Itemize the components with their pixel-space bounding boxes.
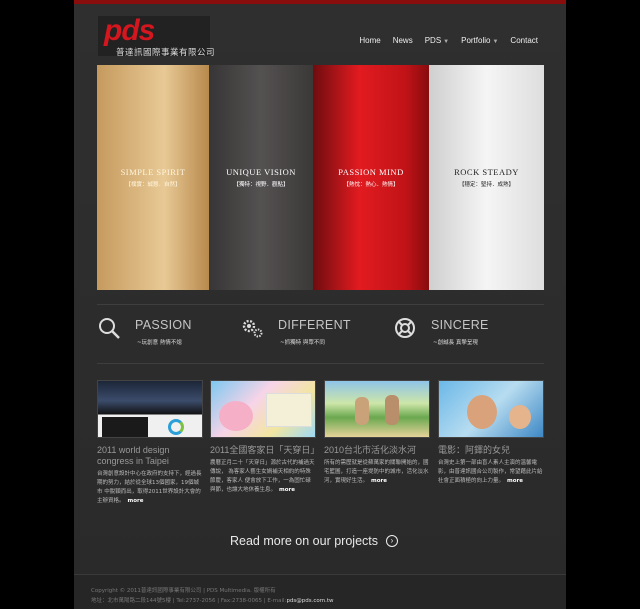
banner-panel-simple[interactable]: SIMPLE SPIRIT 【樸實：誠懇．自然】 <box>97 65 209 290</box>
project-desc-text: 農曆正月二十「天穿日」源於古代的補過天傳說， 為客家人藝生女媧補天相約的特殊節慶… <box>210 460 315 493</box>
footer: Copyright © 2011普達訊國際事業有限公司 | PDS Multim… <box>74 574 566 609</box>
project-title[interactable]: 電影：阿鐸的女兒 <box>438 445 544 456</box>
hero-banner: SIMPLE SPIRIT 【樸實：誠懇．自然】 UNIQUE VISION 【… <box>97 65 544 290</box>
project-thumbnail[interactable] <box>324 380 430 438</box>
project-thumbnail[interactable] <box>210 380 316 438</box>
project-desc: 所有的需歷就是從蘇萬家的關聯開始的，國宅籃圖，打造一座堤防中的城市，活化淡水河，… <box>324 459 430 486</box>
project-card: 2011全國客家日「天穿日」 農曆正月二十「天穿日」源於古代的補過天傳說， 為客… <box>210 380 319 495</box>
more-link[interactable]: more <box>371 478 387 484</box>
email-link[interactable]: pds@pds.com.tw <box>286 598 333 604</box>
logo[interactable]: pds 普達訊國際事業有限公司 <box>98 14 215 58</box>
panel-subtitle: 【熱忱：熱心．熱情】 <box>343 182 399 188</box>
project-desc: 農曆正月二十「天穿日」源於古代的補過天傳說， 為客家人藝生女媧補天相約的特殊節慶… <box>210 459 316 495</box>
search-icon <box>99 318 120 339</box>
more-link[interactable]: more <box>507 478 523 484</box>
value-passion: PASSION ~玩創意 熱情不熄 <box>97 314 247 354</box>
chevron-down-icon: ▼ <box>492 39 499 45</box>
thumb-card <box>266 393 312 427</box>
nav-pds[interactable]: PDS ▼ <box>425 36 449 45</box>
thumb-logo <box>168 419 184 435</box>
read-more-link[interactable]: Read more on our projects › <box>230 534 398 548</box>
contact-info: 地址：北市萬陽路二段144號5樓 | Tel:2737-2056 | Fax:2… <box>91 596 334 604</box>
nav-home[interactable]: Home <box>359 36 380 45</box>
banner-panel-unique[interactable]: UNIQUE VISION 【獨特：視野．觀點】 <box>209 65 313 290</box>
project-desc-text: 台灣史上第一部由盲人素人主演的溫馨電影，由普達訊國合公司製作，常望藉此片給社會正… <box>438 460 543 484</box>
thumb-person <box>385 395 399 425</box>
divider <box>97 304 544 305</box>
project-title[interactable]: 2011 world design congress in Taipei <box>97 445 203 467</box>
project-card: 2011 world design congress in Taipei 台灣創… <box>97 380 203 506</box>
divider <box>97 363 544 364</box>
panel-subtitle: 【樸實：誠懇．自然】 <box>125 182 181 188</box>
value-subtitle: ~玩創意 熱情不熄 <box>137 340 182 346</box>
gears-icon <box>242 319 263 338</box>
project-thumbnail[interactable] <box>97 380 203 438</box>
value-subtitle: ~創誠長 真摯呈現 <box>433 340 478 346</box>
project-desc: 台灣創意設計中心在政府的支持下，經過長期的努力，結於從全球13個國家，19個城市… <box>97 470 203 506</box>
banner-panel-passion[interactable]: PASSION MIND 【熱忱：熱心．熱情】 <box>313 65 429 290</box>
nav-portfolio-label: Portfolio <box>461 36 491 45</box>
thumb-person <box>355 397 369 425</box>
thumb-face <box>467 395 497 429</box>
main-nav: Home News PDS ▼ Portfolio ▼ Contact <box>359 36 538 45</box>
projects-grid: 2011 world design congress in Taipei 台灣創… <box>97 380 544 520</box>
chevron-down-icon: ▼ <box>443 39 450 45</box>
value-title: DIFFERENT <box>278 318 351 332</box>
project-card: 電影：阿鐸的女兒 台灣史上第一部由盲人素人主演的溫馨電影，由普達訊國合公司製作，… <box>438 380 544 486</box>
banner-panel-rock[interactable]: ROCK STEADY 【穩定：堅持．成熟】 <box>429 65 544 290</box>
thumb-face <box>509 405 531 429</box>
value-subtitle: ~抓獨特 與眾不同 <box>280 340 325 346</box>
project-card: 2010台北市活化淡水河 所有的需歷就是從蘇萬家的關聯開始的，國宅籃圖，打造一座… <box>324 380 430 486</box>
value-sincere: SINCERE ~創誠長 真摯呈現 <box>393 314 543 354</box>
address-text: 地址：北市萬陽路二段144號5樓 | Tel:2737-2056 | Fax:2… <box>91 598 287 604</box>
more-link[interactable]: more <box>128 498 144 504</box>
nav-pds-label: PDS <box>424 36 442 45</box>
thumb-figure <box>219 401 253 431</box>
nav-portfolio[interactable]: Portfolio ▼ <box>461 36 498 45</box>
thumb-photo <box>102 417 148 437</box>
project-thumbnail[interactable] <box>438 380 544 438</box>
company-name: 普達訊國際事業有限公司 <box>116 48 216 58</box>
logo-mark: pds <box>104 14 155 47</box>
value-title: SINCERE <box>431 318 489 332</box>
arrow-right-icon: › <box>386 535 398 547</box>
values-row: PASSION ~玩創意 熱情不熄 DIFFERENT ~抓獨特 與眾不同 SI… <box>97 314 544 356</box>
value-different: DIFFERENT ~抓獨特 與眾不同 <box>240 314 390 354</box>
project-title[interactable]: 2010台北市活化淡水河 <box>324 445 430 456</box>
panel-title: ROCK STEADY <box>454 167 519 177</box>
project-desc-text: 台灣創意設計中心在政府的支持下，經過長期的努力，結於從全球13個國家，19個城市… <box>97 471 202 504</box>
project-desc: 台灣史上第一部由盲人素人主演的溫馨電影，由普達訊國合公司製作，常望藉此片給社會正… <box>438 459 544 486</box>
panel-title: SIMPLE SPIRIT <box>120 167 186 177</box>
panel-title: UNIQUE VISION <box>226 167 296 177</box>
project-title[interactable]: 2011全國客家日「天穿日」 <box>210 445 319 456</box>
panel-title: PASSION MIND <box>338 167 404 177</box>
more-link[interactable]: more <box>279 487 295 493</box>
header: pds 普達訊國際事業有限公司 Home News PDS ▼ Portfolio… <box>74 8 566 58</box>
nav-news[interactable]: News <box>393 36 413 45</box>
value-title: PASSION <box>135 318 192 332</box>
read-more-label: Read more on our projects <box>230 534 378 548</box>
panel-subtitle: 【穩定：堅持．成熟】 <box>458 182 514 188</box>
copyright-text: Copyright © 2011普達訊國際事業有限公司 | PDS Multim… <box>91 588 276 594</box>
page-container: pds 普達訊國際事業有限公司 Home News PDS ▼ Portfolio… <box>74 0 566 609</box>
lifebuoy-icon <box>395 318 415 338</box>
nav-contact[interactable]: Contact <box>510 36 538 45</box>
panel-subtitle: 【獨特：視野．觀點】 <box>233 182 289 188</box>
